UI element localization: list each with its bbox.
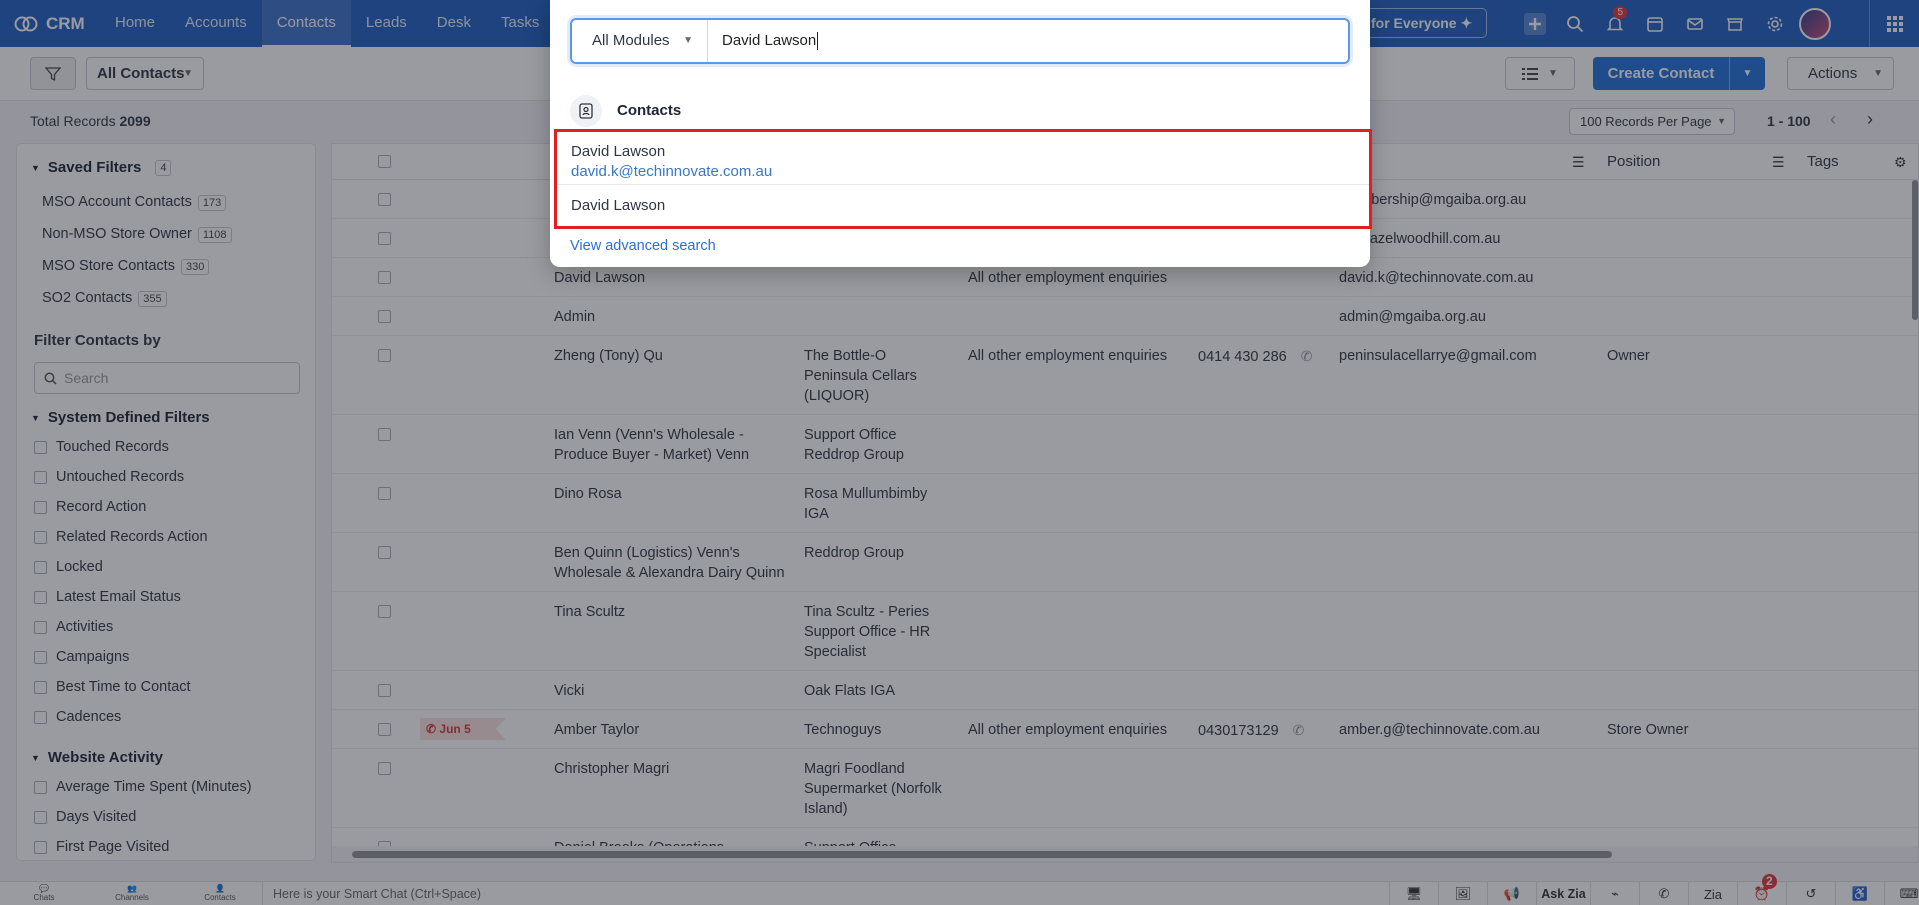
result-name: David Lawson xyxy=(571,143,666,160)
search-query: David Lawson xyxy=(722,32,817,49)
result-divider xyxy=(557,184,1369,185)
search-input[interactable]: David Lawson xyxy=(722,20,819,62)
contacts-category-icon xyxy=(570,95,602,127)
text-cursor xyxy=(817,32,819,51)
chevron-down-icon: ▼ xyxy=(683,35,693,46)
module-selector[interactable]: All Modules ▼ xyxy=(572,20,708,62)
advanced-search-link[interactable]: View advanced search xyxy=(570,238,716,254)
result-email: david.k@techinnovate.com.au xyxy=(571,163,773,180)
global-search-dialog: All Modules ▼ David Lawson Contacts David… xyxy=(550,0,1372,267)
search-result-item[interactable]: David Lawson xyxy=(557,196,1369,216)
result-name: David Lawson xyxy=(571,197,666,214)
search-results-list: David Lawson david.k@techinnovate.com.au… xyxy=(554,129,1372,229)
module-label: All Modules xyxy=(592,32,670,49)
search-result-item[interactable]: David Lawson david.k@techinnovate.com.au xyxy=(557,142,1369,182)
search-bar: All Modules ▼ David Lawson xyxy=(570,18,1350,64)
results-category-label: Contacts xyxy=(617,102,682,119)
